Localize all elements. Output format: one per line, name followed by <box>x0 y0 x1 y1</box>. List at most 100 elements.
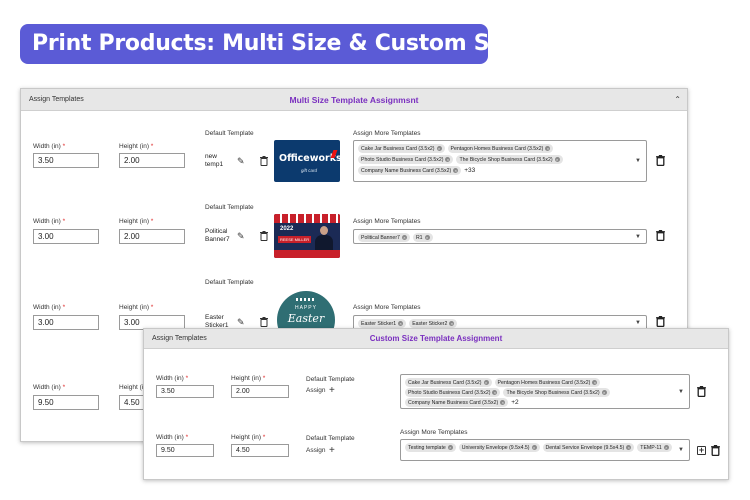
chip[interactable]: Company Name Business Card (3.5x2) × <box>405 398 509 407</box>
delete-row-icon[interactable] <box>697 386 706 397</box>
assign-more-templates-label: Assign More Templates <box>353 130 421 137</box>
chip[interactable]: Testing template × <box>405 443 456 452</box>
width-input[interactable]: 9.50 <box>156 444 214 457</box>
edit-icon[interactable]: ✎ <box>237 318 245 327</box>
width-input[interactable]: 3.00 <box>33 229 99 244</box>
thumbnail-dots <box>296 298 316 301</box>
chip[interactable]: Cake Jar Business Card (3.5x2) × <box>358 144 445 153</box>
width-label: Width (in) * <box>33 143 66 150</box>
assign-more-templates-select[interactable]: Testing template × University Envelope (9… <box>400 439 690 461</box>
chip[interactable]: Easter Sticker2 × <box>409 319 458 328</box>
chip[interactable]: Political Banner7 × <box>358 233 410 242</box>
chip[interactable]: Pentagon Homes Business Card (3.5x2) × <box>494 378 601 387</box>
thumbnail-happy-text: HAPPY <box>295 305 317 311</box>
page-banner-title: Print Products: Multi Size & Custom Size <box>20 24 488 64</box>
height-label: Height (in) * <box>119 218 154 225</box>
default-template-label: Default Template <box>205 204 254 211</box>
trash-icon[interactable] <box>260 317 268 327</box>
template-thumbnail: 2022 REESE MILLER <box>274 214 340 258</box>
default-template-name: new temp1 <box>205 153 224 168</box>
default-template-name: Political Banner7 <box>205 228 230 243</box>
trash-icon[interactable] <box>260 231 268 241</box>
chevron-up-icon[interactable]: ⌃ <box>674 95 681 104</box>
remove-chip-icon[interactable]: × <box>531 445 537 450</box>
assign-more-templates-select[interactable]: Cake Jar Business Card (3.5x2) × Pentagon… <box>353 140 647 182</box>
thumbnail-stars <box>274 250 340 258</box>
remove-chip-icon[interactable]: × <box>592 380 598 385</box>
chip[interactable]: University Envelope (9.5x4.5) × <box>458 443 540 452</box>
assign-label: Assign <box>306 387 326 394</box>
height-input[interactable]: 2.00 <box>231 385 289 398</box>
chip[interactable]: R1 × <box>412 233 433 242</box>
custom-size-panel-header[interactable]: Assign Templates Custom Size Template As… <box>144 329 728 349</box>
add-icon[interactable]: + <box>329 446 335 456</box>
chip[interactable]: TEMP-11 × <box>637 443 672 452</box>
multi-size-panel-header[interactable]: Assign Templates Multi Size Template Ass… <box>21 89 687 111</box>
trash-icon[interactable] <box>260 156 268 166</box>
chip[interactable]: Pentagon Homes Business Card (3.5x2) × <box>447 144 554 153</box>
remove-chip-icon[interactable]: × <box>545 146 551 151</box>
more-count: +33 <box>464 167 476 174</box>
width-input[interactable]: 3.50 <box>156 385 214 398</box>
width-input[interactable]: 3.50 <box>33 153 99 168</box>
add-row-icon[interactable]: + <box>697 446 706 455</box>
width-label: Width (in) * <box>33 218 66 225</box>
remove-chip-icon[interactable]: × <box>554 157 560 162</box>
template-thumbnail: Officeworks gift card <box>274 140 340 182</box>
remove-chip-icon[interactable]: × <box>398 321 404 326</box>
delete-row-icon[interactable] <box>656 230 665 241</box>
chip[interactable]: Dental Service Envelope (9.5x4.5) × <box>542 443 635 452</box>
dropdown-caret-icon[interactable]: ▼ <box>635 320 641 326</box>
dropdown-caret-icon[interactable]: ▼ <box>635 158 641 164</box>
thumbnail-subtitle: gift card <box>301 168 318 173</box>
chip[interactable]: Photo Studio Business Card (3.5x2) × <box>358 155 454 164</box>
delete-row-icon[interactable] <box>656 316 665 327</box>
add-icon[interactable]: + <box>329 386 335 396</box>
more-count: +2 <box>511 399 519 406</box>
chip[interactable]: Photo Studio Business Card (3.5x2) × <box>405 388 501 397</box>
remove-chip-icon[interactable]: × <box>449 321 455 326</box>
width-label: Width (in) * <box>33 304 66 311</box>
remove-chip-icon[interactable]: × <box>626 445 632 450</box>
thumbnail-year: 2022 <box>280 226 294 232</box>
default-template-label: Default Template <box>306 435 355 442</box>
default-template-label: Default Template <box>205 279 254 286</box>
remove-chip-icon[interactable]: × <box>436 146 442 151</box>
chip[interactable]: The Bicycle Shop Business Card (3.5x2) × <box>503 388 610 397</box>
height-input[interactable]: 2.00 <box>119 153 185 168</box>
remove-chip-icon[interactable]: × <box>424 235 430 240</box>
edit-icon[interactable]: ✎ <box>237 232 245 241</box>
remove-chip-icon[interactable]: × <box>445 157 451 162</box>
default-template-label: Default Template <box>205 130 254 137</box>
remove-chip-icon[interactable]: × <box>483 380 489 385</box>
dropdown-caret-icon[interactable]: ▼ <box>635 234 641 240</box>
chip[interactable]: Cake Jar Business Card (3.5x2) × <box>405 378 492 387</box>
chip[interactable]: Easter Sticker1 × <box>358 319 407 328</box>
remove-chip-icon[interactable]: × <box>447 445 453 450</box>
height-label: Height (in) * <box>119 143 154 150</box>
height-input[interactable]: 2.00 <box>119 229 185 244</box>
assign-more-templates-label: Assign More Templates <box>353 304 421 311</box>
dropdown-caret-icon[interactable]: ▼ <box>678 447 684 453</box>
remove-chip-icon[interactable]: × <box>453 168 459 173</box>
remove-chip-icon[interactable]: × <box>492 390 498 395</box>
remove-chip-icon[interactable]: × <box>500 400 506 405</box>
delete-row-icon[interactable] <box>656 155 665 166</box>
assign-more-templates-select[interactable]: Cake Jar Business Card (3.5x2) × Pentagon… <box>400 374 690 409</box>
remove-chip-icon[interactable]: × <box>663 445 669 450</box>
width-label: Width (in) * <box>33 384 66 391</box>
remove-chip-icon[interactable]: × <box>401 235 407 240</box>
chip[interactable]: Company Name Business Card (3.5x2) × <box>358 166 462 175</box>
delete-row-icon[interactable] <box>711 445 720 456</box>
default-template-label: Default Template <box>306 376 355 383</box>
height-input[interactable]: 4.50 <box>231 444 289 457</box>
width-input[interactable]: 3.00 <box>33 315 99 330</box>
height-label: Height (in) * <box>231 375 266 382</box>
width-input[interactable]: 9.50 <box>33 395 99 410</box>
assign-more-templates-select[interactable]: Political Banner7 × R1 × ▼ <box>353 229 647 244</box>
edit-icon[interactable]: ✎ <box>237 157 245 166</box>
assign-more-templates-label: Assign More Templates <box>400 429 468 436</box>
remove-chip-icon[interactable]: × <box>601 390 607 395</box>
dropdown-caret-icon[interactable]: ▼ <box>678 389 684 395</box>
chip[interactable]: The Bicycle Shop Business Card (3.5x2) × <box>456 155 563 164</box>
